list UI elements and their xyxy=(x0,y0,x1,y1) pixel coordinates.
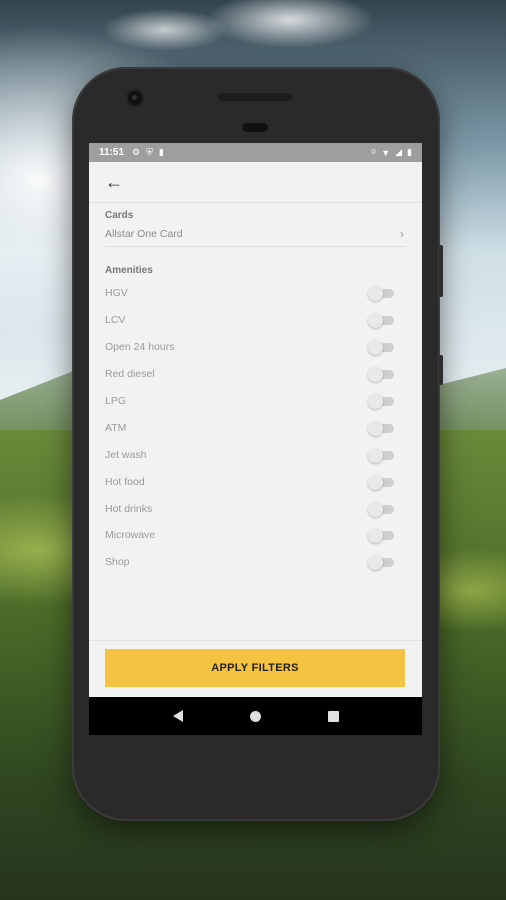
toggle-thumb xyxy=(368,555,383,571)
arrow-left-icon[interactable]: ← xyxy=(105,172,123,193)
amenity-label: Jet wash xyxy=(105,448,147,461)
volume-button xyxy=(439,245,443,297)
amenity-toggle[interactable] xyxy=(368,340,396,356)
cards-section-title: Cards xyxy=(105,210,134,221)
sd-card-icon: ▮ xyxy=(158,147,164,157)
amenity-toggle[interactable] xyxy=(368,286,396,302)
amenity-toggle[interactable] xyxy=(368,394,396,409)
amenity-label: Hot food xyxy=(105,475,145,488)
amenities-section-title: Amenities xyxy=(105,265,153,276)
toggle-thumb xyxy=(368,367,383,383)
shield-icon: ⛨ xyxy=(146,147,153,157)
front-camera xyxy=(128,91,142,105)
nav-home-icon[interactable] xyxy=(249,710,261,722)
amenity-toggle[interactable] xyxy=(368,474,396,490)
filters-content: Cards Allstar One Card › Amenities HGV LC… xyxy=(89,210,422,576)
amenity-row[interactable]: ATM xyxy=(105,414,406,441)
amenity-row[interactable]: LCV xyxy=(105,307,406,334)
toggle-thumb xyxy=(368,501,383,517)
amenity-label: Shop xyxy=(105,556,130,569)
location-icon: ⌾ xyxy=(370,147,377,157)
amenity-toggle[interactable] xyxy=(368,313,396,329)
apply-filters-button[interactable]: APPLY FILTERS xyxy=(105,649,405,687)
status-bar: 11:51 ⚙ ⛨ ▮ ⌾ ▼ ◢ ▮ xyxy=(89,143,422,162)
amenity-row[interactable]: Red diesel xyxy=(105,361,406,388)
toggle-thumb xyxy=(368,286,383,302)
amenity-toggle[interactable] xyxy=(368,555,396,571)
toggle-thumb xyxy=(368,394,383,409)
amenity-toggle[interactable] xyxy=(368,501,396,517)
toggle-thumb xyxy=(368,340,383,356)
earpiece-speaker xyxy=(218,93,292,101)
amenity-label: Red diesel xyxy=(105,368,155,381)
amenity-label: LCV xyxy=(105,314,126,327)
toggle-thumb xyxy=(368,474,383,490)
battery-icon: ▮ xyxy=(407,147,412,157)
nav-back-icon[interactable] xyxy=(172,710,183,722)
amenity-toggle[interactable] xyxy=(368,447,396,463)
amenity-row[interactable]: Hot drinks xyxy=(105,495,406,522)
amenity-row[interactable]: Jet wash xyxy=(105,441,406,468)
amenity-row[interactable]: Open 24 hours xyxy=(105,334,406,361)
amenity-label: Microwave xyxy=(105,529,156,542)
app-bar: ← xyxy=(89,162,422,203)
android-nav-bar xyxy=(89,697,422,735)
status-time: 11:51 xyxy=(99,147,125,158)
amenity-toggle[interactable] xyxy=(368,367,396,383)
toggle-thumb xyxy=(368,528,383,544)
amenity-row[interactable]: Microwave xyxy=(105,522,406,549)
amenity-list: HGV LCV Open 24 hours Red diesel LPG ATM Jet w… xyxy=(105,280,406,576)
amenity-row[interactable]: Hot food xyxy=(105,468,406,495)
signal-icon: ◢ xyxy=(395,147,403,157)
amenity-label: ATM xyxy=(105,421,127,434)
amenity-label: Open 24 hours xyxy=(105,341,175,354)
wifi-icon: ▼ xyxy=(381,147,391,158)
amenity-row[interactable]: Shop xyxy=(105,549,406,576)
chevron-right-icon: › xyxy=(400,227,404,241)
amenity-toggle[interactable] xyxy=(368,528,396,544)
card-selector[interactable]: Allstar One Card › xyxy=(105,221,406,247)
power-button xyxy=(439,355,443,385)
proximity-sensor xyxy=(242,123,268,132)
toggle-thumb xyxy=(368,313,383,329)
gear-icon: ⚙ xyxy=(132,147,141,157)
amenity-label: Hot drinks xyxy=(105,502,153,515)
bottom-action-area: APPLY FILTERS xyxy=(89,640,422,697)
nav-recents-icon[interactable] xyxy=(327,710,339,722)
amenity-label: HGV xyxy=(105,287,128,300)
selected-card-label: Allstar One Card xyxy=(105,228,183,240)
amenity-label: LPG xyxy=(105,395,127,407)
app-screen: 11:51 ⚙ ⛨ ▮ ⌾ ▼ ◢ ▮ ← Cards Allstar One … xyxy=(89,143,422,735)
status-icons-right: ⌾ ▼ ◢ ▮ xyxy=(371,147,412,158)
toggle-thumb xyxy=(368,447,383,463)
amenity-row[interactable]: LPG xyxy=(105,388,406,415)
amenity-row[interactable]: HGV xyxy=(105,280,406,307)
toggle-thumb xyxy=(368,420,383,436)
amenity-toggle[interactable] xyxy=(368,420,396,436)
